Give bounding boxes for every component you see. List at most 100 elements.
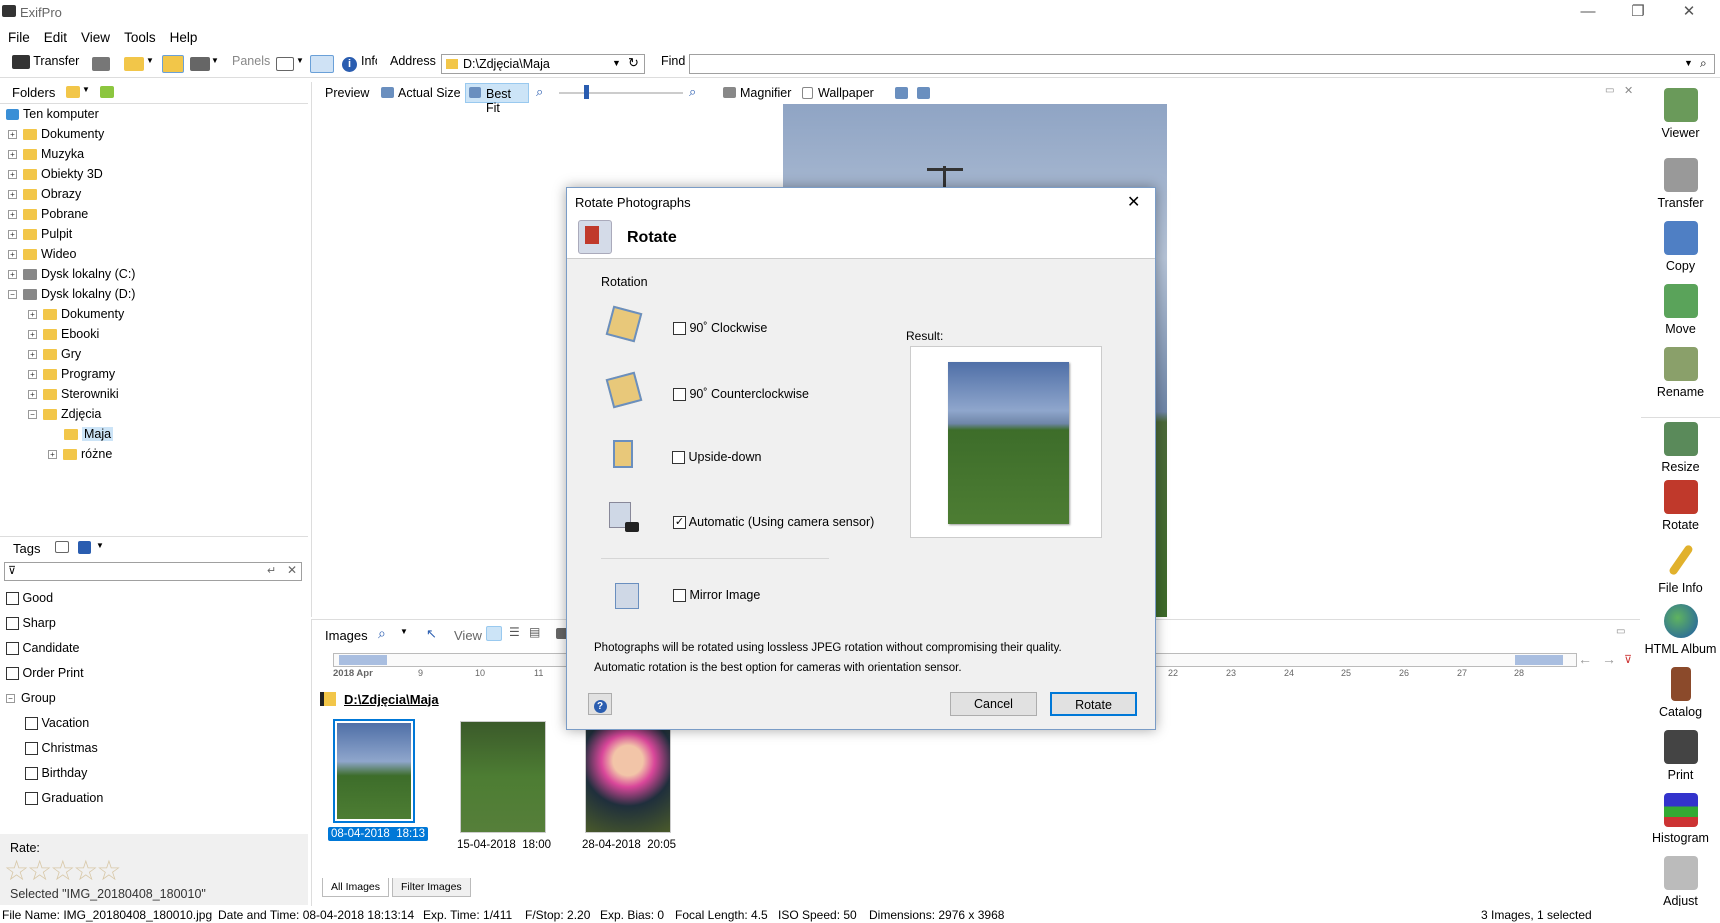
cancel-button[interactable]: Cancel <box>950 692 1037 716</box>
menu-edit[interactable]: Edit <box>36 26 73 45</box>
tab-all-images[interactable]: All Images <box>322 878 390 897</box>
chevron-down-icon[interactable]: ▼ <box>296 56 304 65</box>
open-folder-icon[interactable] <box>124 57 144 71</box>
option-ccw[interactable]: 90˚ Counterclockwise <box>673 387 809 402</box>
expand-icon[interactable]: + <box>8 130 17 140</box>
restore-pane-icon[interactable]: ▭ <box>1616 626 1625 637</box>
tag-edit-icon[interactable] <box>55 541 69 553</box>
menu-file[interactable]: File <box>0 26 36 45</box>
tree-item-drivers[interactable]: + Sterowniki <box>28 387 119 401</box>
thumbnail-2[interactable] <box>460 721 546 833</box>
expand-icon[interactable]: + <box>8 150 17 160</box>
zoom-in-icon[interactable]: ⌕ <box>689 84 696 100</box>
folder-up-icon[interactable] <box>66 86 80 98</box>
layout-icon[interactable] <box>190 57 210 71</box>
tag-candidate[interactable]: Candidate <box>6 641 79 656</box>
timeline-filter-icon[interactable]: ⊽ <box>1624 653 1632 666</box>
tree-item-ebooks[interactable]: + Ebooki <box>28 327 99 341</box>
thumbnail-3[interactable] <box>585 721 671 833</box>
chevron-down-icon[interactable]: ▼ <box>82 85 90 94</box>
tree-item-drive-c[interactable]: + Dysk lokalny (C:) <box>8 267 135 281</box>
chevron-down-icon[interactable]: ▼ <box>1684 58 1693 68</box>
tree-item-drive-d[interactable]: − Dysk lokalny (D:) <box>8 287 135 301</box>
thumbnail-view-icon[interactable] <box>486 626 502 641</box>
upside-down-checkbox[interactable] <box>672 451 685 465</box>
collapse-icon[interactable]: − <box>28 410 37 420</box>
expand-icon[interactable]: + <box>28 390 37 400</box>
tag-checkbox[interactable] <box>25 742 38 756</box>
magnifier-button[interactable]: Magnifier <box>740 86 791 100</box>
enter-icon[interactable]: ↵ <box>267 564 276 577</box>
expand-icon[interactable]: + <box>8 190 17 200</box>
tag-christmas[interactable]: Christmas <box>25 741 98 756</box>
dialog-close-icon[interactable]: ✕ <box>1127 192 1140 212</box>
rotate-left-icon[interactable] <box>895 87 908 99</box>
tab-filter-images[interactable]: Filter Images <box>392 878 471 897</box>
tree-item-videos[interactable]: + Wideo <box>8 247 76 261</box>
viewer-button[interactable]: Viewer <box>1641 88 1720 140</box>
chevron-down-icon[interactable]: ▼ <box>96 541 104 550</box>
tree-item-games[interactable]: + Gry <box>28 347 81 361</box>
automatic-checkbox[interactable]: ✓ <box>673 516 686 530</box>
option-cw[interactable]: 90˚ Clockwise <box>673 321 767 336</box>
folders-panel-icon[interactable] <box>162 55 184 73</box>
chevron-down-icon[interactable]: ▼ <box>146 56 154 65</box>
collapse-icon[interactable]: − <box>8 290 17 300</box>
tree-item-this-pc[interactable]: Ten komputer <box>6 107 99 121</box>
clear-icon[interactable]: ✕ <box>287 563 297 577</box>
file-info-button[interactable]: File Info <box>1641 543 1720 595</box>
minimize-button[interactable]: — <box>1564 0 1612 25</box>
rename-button[interactable]: Rename <box>1641 347 1720 399</box>
tag-checkbox[interactable] <box>25 792 38 806</box>
select-icon[interactable]: ↖ <box>426 626 437 642</box>
close-pane-icon[interactable]: ✕ <box>1624 84 1633 97</box>
expand-icon[interactable]: + <box>28 310 37 320</box>
option-automatic[interactable]: ✓ Automatic (Using camera sensor) <box>673 515 874 530</box>
tree-item-pictures[interactable]: + Obrazy <box>8 187 81 201</box>
tag-filter-input[interactable]: ⊽ ↵ ✕ <box>4 562 302 581</box>
zoom-slider-thumb[interactable] <box>584 85 589 99</box>
tag-birthday[interactable]: Birthday <box>25 766 87 781</box>
panels-icon[interactable] <box>276 57 294 71</box>
timeline-prev-icon[interactable]: ← <box>1578 651 1592 667</box>
address-field[interactable]: D:\Zdjęcia\Maja ▼ ↻ <box>441 54 645 74</box>
find-input[interactable]: ▼ ⌕ <box>689 54 1715 74</box>
expand-icon[interactable]: + <box>28 350 37 360</box>
tag-checkbox[interactable] <box>6 642 19 656</box>
new-folder-icon[interactable] <box>100 86 114 98</box>
html-album-button[interactable]: HTML Album <box>1641 604 1720 656</box>
option-mirror[interactable]: Mirror Image <box>673 588 760 603</box>
rotate-button[interactable]: Rotate <box>1050 692 1137 716</box>
tree-item-photos[interactable]: − Zdjęcia <box>28 407 101 421</box>
collapse-icon[interactable]: − <box>6 694 15 704</box>
expand-icon[interactable]: + <box>8 250 17 260</box>
tag-group[interactable]: − Group <box>6 691 56 705</box>
adjust-button[interactable]: Adjust <box>1641 856 1720 906</box>
tag-order-print[interactable]: Order Print <box>6 666 84 681</box>
help-button[interactable]: ? <box>588 693 612 715</box>
transfer-button[interactable]: Transfer <box>1641 158 1720 210</box>
print-icon[interactable] <box>92 57 110 71</box>
restore-button[interactable]: ❐ <box>1614 0 1662 25</box>
chevron-down-icon[interactable]: ▼ <box>612 58 621 68</box>
expand-icon[interactable]: + <box>8 170 17 180</box>
resize-button[interactable]: Resize <box>1641 417 1720 474</box>
menu-tools[interactable]: Tools <box>116 26 162 45</box>
details-view-icon[interactable]: ☰ <box>509 625 520 639</box>
tree-item-misc[interactable]: + różne <box>48 447 112 461</box>
copy-button[interactable]: Copy <box>1641 221 1720 273</box>
info-icon[interactable]: i <box>342 57 357 72</box>
mirror-checkbox[interactable] <box>673 589 686 603</box>
tree-item-3d-objects[interactable]: + Obiekty 3D <box>8 167 103 181</box>
chevron-down-icon[interactable]: ▼ <box>400 627 408 636</box>
tree-item-documents[interactable]: + Dokumenty <box>8 127 104 141</box>
actual-size-button[interactable]: Actual Size <box>398 86 461 100</box>
save-icon[interactable] <box>78 541 91 554</box>
tag-good[interactable]: Good <box>6 591 53 606</box>
tree-item-music[interactable]: + Muzyka <box>8 147 84 161</box>
print-button[interactable]: Print <box>1641 730 1720 782</box>
folder-heading[interactable]: D:\Zdjęcia\Maja <box>344 692 439 707</box>
close-window-button[interactable]: ✕ <box>1665 0 1713 25</box>
expand-icon[interactable]: + <box>48 450 57 460</box>
timeline-next-icon[interactable]: → <box>1602 651 1616 667</box>
